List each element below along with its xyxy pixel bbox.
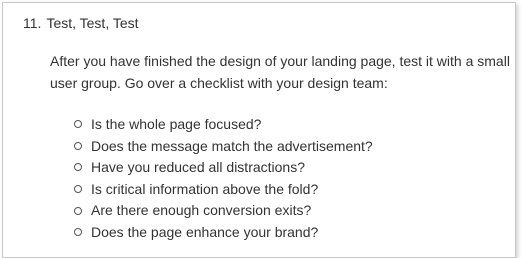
list-item: Does the message match the advertisement… <box>74 136 373 158</box>
circle-bullet-icon <box>74 185 82 194</box>
list-item: Are there enough conversion exits? <box>74 200 373 222</box>
circle-bullet-icon <box>74 163 82 172</box>
circle-bullet-icon <box>74 120 82 129</box>
circle-bullet-icon <box>74 228 82 237</box>
content-panel: 11. Test, Test, Test After you have finis… <box>2 2 516 258</box>
list-item: Have you reduced all distractions? <box>74 157 373 179</box>
list-item: Does the page enhance your brand? <box>74 222 373 244</box>
checklist: Is the whole page focused? Does the mess… <box>74 114 373 244</box>
list-item-text: Does the message match the advertisement… <box>91 137 373 154</box>
circle-bullet-icon <box>74 206 82 215</box>
section-heading: 11. Test, Test, Test <box>23 13 139 33</box>
section-title: Test, Test, Test <box>46 15 139 31</box>
list-item-text: Are there enough conversion exits? <box>91 202 312 219</box>
list-item: Is critical information above the fold? <box>74 179 373 201</box>
list-item-text: Does the page enhance your brand? <box>91 223 319 240</box>
section-number: 11. <box>23 15 42 31</box>
intro-paragraph: After you have finished the design of yo… <box>50 53 510 91</box>
list-item-text: Is critical information above the fold? <box>91 180 319 197</box>
list-item-text: Have you reduced all distractions? <box>91 159 306 176</box>
circle-bullet-icon <box>74 141 82 150</box>
list-item: Is the whole page focused? <box>74 114 373 136</box>
list-item-text: Is the whole page focused? <box>91 116 262 132</box>
